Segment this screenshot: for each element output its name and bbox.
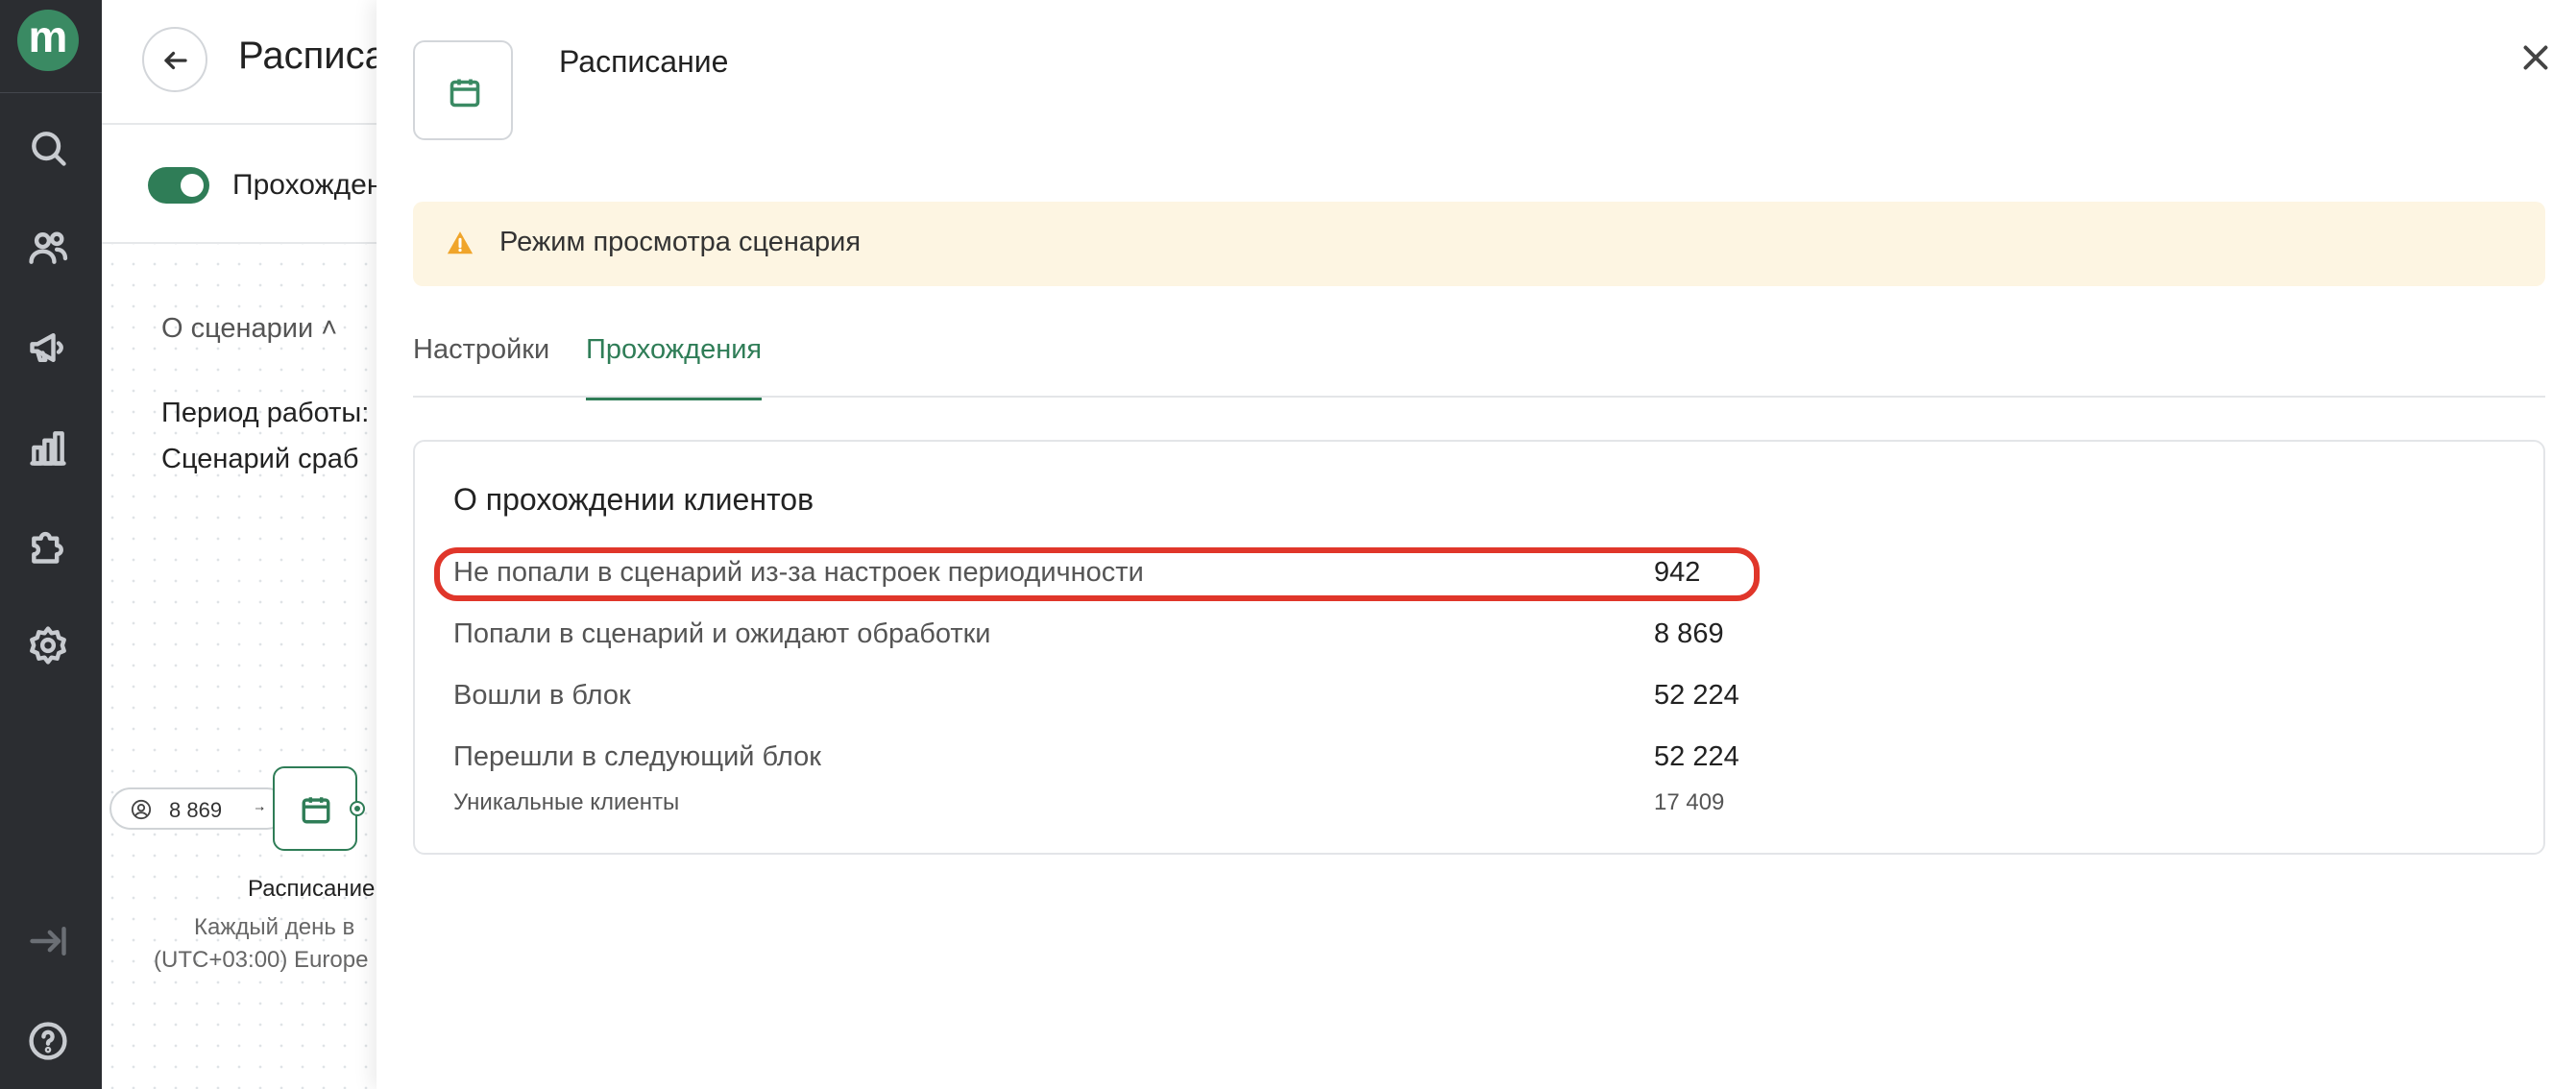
stat-label: Не попали в сценарий из-за настроек пери…	[453, 557, 1144, 588]
rail-divider	[0, 92, 102, 93]
banner-text: Режим просмотра сценария	[499, 227, 862, 257]
search-icon[interactable]	[27, 127, 69, 169]
analytics-icon[interactable]	[27, 426, 69, 469]
expand-icon[interactable]	[27, 920, 69, 962]
stat-label: Перешли в следующий блок	[453, 741, 821, 772]
megaphone-icon[interactable]	[27, 327, 69, 369]
passages-toggle[interactable]	[148, 167, 209, 204]
puzzle-icon[interactable]	[27, 524, 69, 567]
stat-row: Попали в сценарий и ожидают обработки 8 …	[453, 618, 1724, 657]
stat-value: 52 224	[1654, 680, 1739, 711]
users-icon[interactable]	[27, 227, 69, 269]
node-title: Расписание	[248, 876, 376, 902]
unique-clients-value: 17 409	[1654, 789, 1725, 815]
period-label: Период работы:	[161, 398, 370, 428]
about-scenario-toggle[interactable]: О сценарии ˄	[161, 313, 337, 345]
unique-clients-row: Уникальные клиенты 17 409	[453, 789, 1724, 818]
stat-label: Попали в сценарий и ожидают обработки	[453, 618, 991, 649]
drawer-tabs: Настройки Прохождения	[413, 323, 2545, 400]
stat-label: Вошли в блок	[453, 680, 631, 711]
calendar-icon	[302, 797, 330, 824]
connector-arrow	[255, 807, 264, 811]
toggle-label: Прохожден	[232, 169, 383, 201]
tab-passages[interactable]: Прохождения	[586, 334, 763, 400]
node-subtitle: Каждый день в	[194, 914, 355, 940]
node-timezone: (UTC+03:00) Europe	[154, 947, 369, 973]
stat-value: 942	[1654, 557, 1701, 588]
stat-value: 52 224	[1654, 741, 1739, 772]
entry-count: 8 869	[169, 798, 223, 822]
schedule-node[interactable]	[273, 766, 357, 851]
app-logo[interactable]: m	[17, 10, 79, 71]
stat-row: Вошли в блок 52 224	[453, 680, 1739, 718]
help-icon[interactable]	[27, 1020, 69, 1062]
stat-row: Не попали в сценарий из-за настроек пери…	[453, 557, 1702, 595]
user-circle-icon	[131, 799, 152, 820]
unique-clients-label: Уникальные клиенты	[453, 789, 680, 815]
settings-icon[interactable]	[27, 624, 69, 666]
nav-rail: m	[0, 0, 102, 1089]
close-icon[interactable]	[2518, 40, 2553, 75]
card-title: О прохождении клиентов	[453, 482, 814, 517]
arrow-left-icon	[164, 51, 187, 70]
warning-icon	[447, 231, 474, 254]
view-mode-banner: Режим просмотра сценария	[413, 202, 2545, 286]
back-button[interactable]	[142, 27, 207, 92]
page-title: Расписа	[238, 35, 386, 77]
block-details-drawer: Расписание Режим просмотра сценария Наст…	[377, 0, 2576, 1089]
scenario-label: Сценарий сраб	[161, 444, 359, 474]
passages-card: О прохождении клиентов Не попали в сцена…	[413, 440, 2545, 855]
calendar-icon	[450, 79, 480, 108]
stat-row: Перешли в следующий блок 52 224	[453, 741, 1739, 780]
block-icon	[413, 40, 513, 140]
node-output-port[interactable]	[350, 801, 365, 816]
stat-value: 8 869	[1654, 618, 1724, 649]
drawer-title: Расписание	[559, 44, 729, 79]
tab-settings[interactable]: Настройки	[413, 334, 549, 366]
